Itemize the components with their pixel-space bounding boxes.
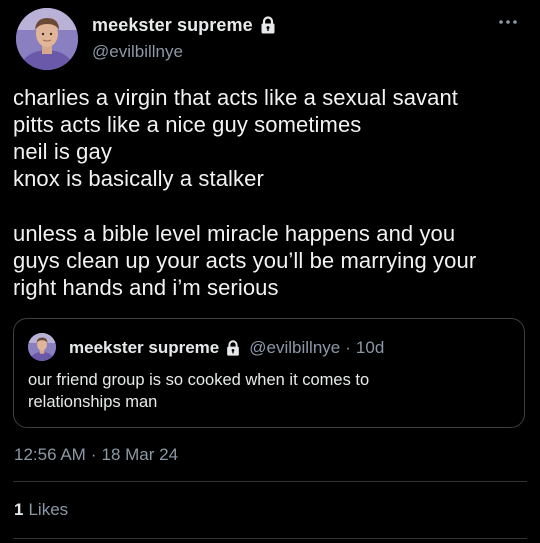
more-options-icon[interactable] [496,16,520,28]
quoted-handle: @evilbillnye [249,338,341,357]
tweet-line: unless a bible level miracle happens and… [13,221,456,246]
dot-separator: · [345,338,351,357]
tweet-line: charlies a virgin that acts like a sexua… [13,85,459,110]
tweet-line: right hands and i’m serious [13,275,279,300]
quoted-line: relationships man [28,393,158,411]
author-name-row: meekster supreme [92,12,278,38]
avatar[interactable] [16,8,78,70]
lock-icon [261,16,275,34]
quoted-line: our friend group is so cooked when it co… [28,371,370,389]
tweet-line: knox is basically a stalker [13,166,264,191]
likes-label: Likes [28,500,69,519]
tweet-time: 12:56 AM [14,445,86,464]
quoted-relative-time: 10d [355,338,385,357]
dot-separator: · [90,445,97,464]
tweet-timestamp[interactable]: 12:56 AM · 18 Mar 24 [14,445,178,465]
tweet-line: neil is gay [13,139,112,164]
quoted-display-name: meekster supreme [69,338,220,357]
tweet-line: guys clean up your acts you’ll be marryi… [13,248,477,273]
author-handle[interactable]: @evilbillnye [92,42,183,62]
divider [13,481,527,482]
divider [13,538,527,539]
likes-stat[interactable]: 1 Likes [14,500,68,520]
author-display-name[interactable]: meekster supreme [92,15,253,36]
tweet-text: charlies a virgin that acts like a sexua… [13,84,533,301]
quoted-tweet-text: our friend group is so cooked when it co… [28,369,508,413]
likes-count: 1 [14,500,24,519]
quoted-avatar [28,333,56,361]
tweet-line: pitts acts like a nice guy sometimes [13,112,362,137]
lock-icon [227,340,240,356]
quoted-header: meekster supreme @evilbillnye · 10d [69,337,384,359]
tweet-detail: meekster supreme @evilbillnye charlies a… [0,0,540,543]
quoted-tweet-card[interactable]: meekster supreme @evilbillnye · 10d our … [13,318,525,428]
profile-photo [28,333,56,361]
profile-photo [16,8,78,70]
tweet-date: 18 Mar 24 [101,445,179,464]
